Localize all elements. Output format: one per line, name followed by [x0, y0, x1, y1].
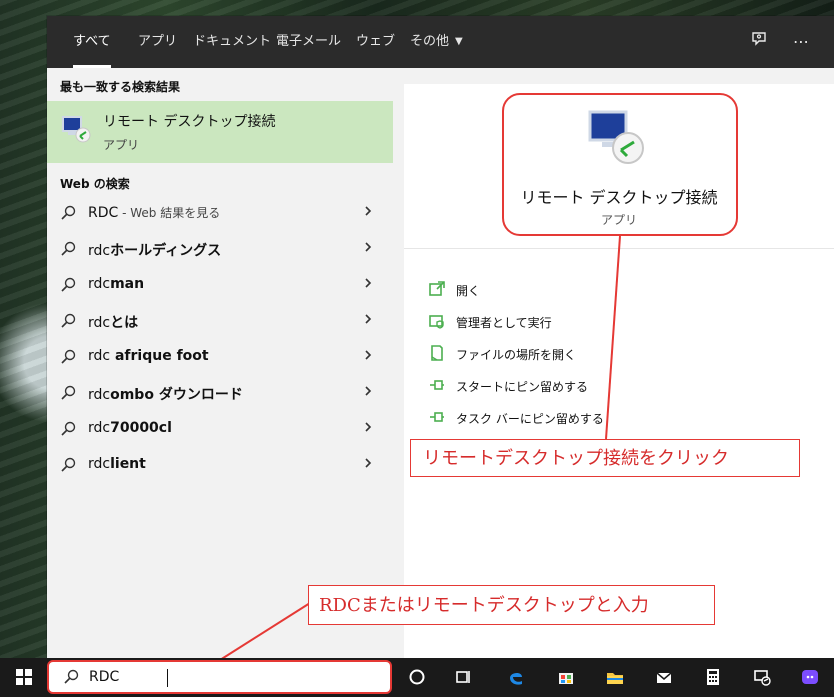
file-explorer-icon[interactable] [597, 658, 633, 697]
cortana-icon[interactable] [399, 658, 435, 697]
edge-icon[interactable] [498, 658, 534, 697]
callout-type: RDCまたはリモートデスクトップと入力 [308, 585, 715, 625]
mail-icon[interactable] [646, 658, 682, 697]
remote-desktop-taskbar-icon[interactable] [744, 658, 780, 697]
search-input-value: RDC [89, 669, 120, 685]
text-caret [167, 669, 168, 687]
store-icon[interactable] [548, 658, 584, 697]
callout-click: リモートデスクトップ接続をクリック [410, 439, 800, 477]
discord-icon[interactable] [792, 658, 828, 697]
windows-start-icon[interactable] [6, 658, 42, 697]
search-icon [63, 669, 79, 685]
taskbar-search-input[interactable]: RDC [47, 660, 392, 694]
calculator-icon[interactable] [695, 658, 731, 697]
task-view-icon[interactable] [446, 658, 482, 697]
